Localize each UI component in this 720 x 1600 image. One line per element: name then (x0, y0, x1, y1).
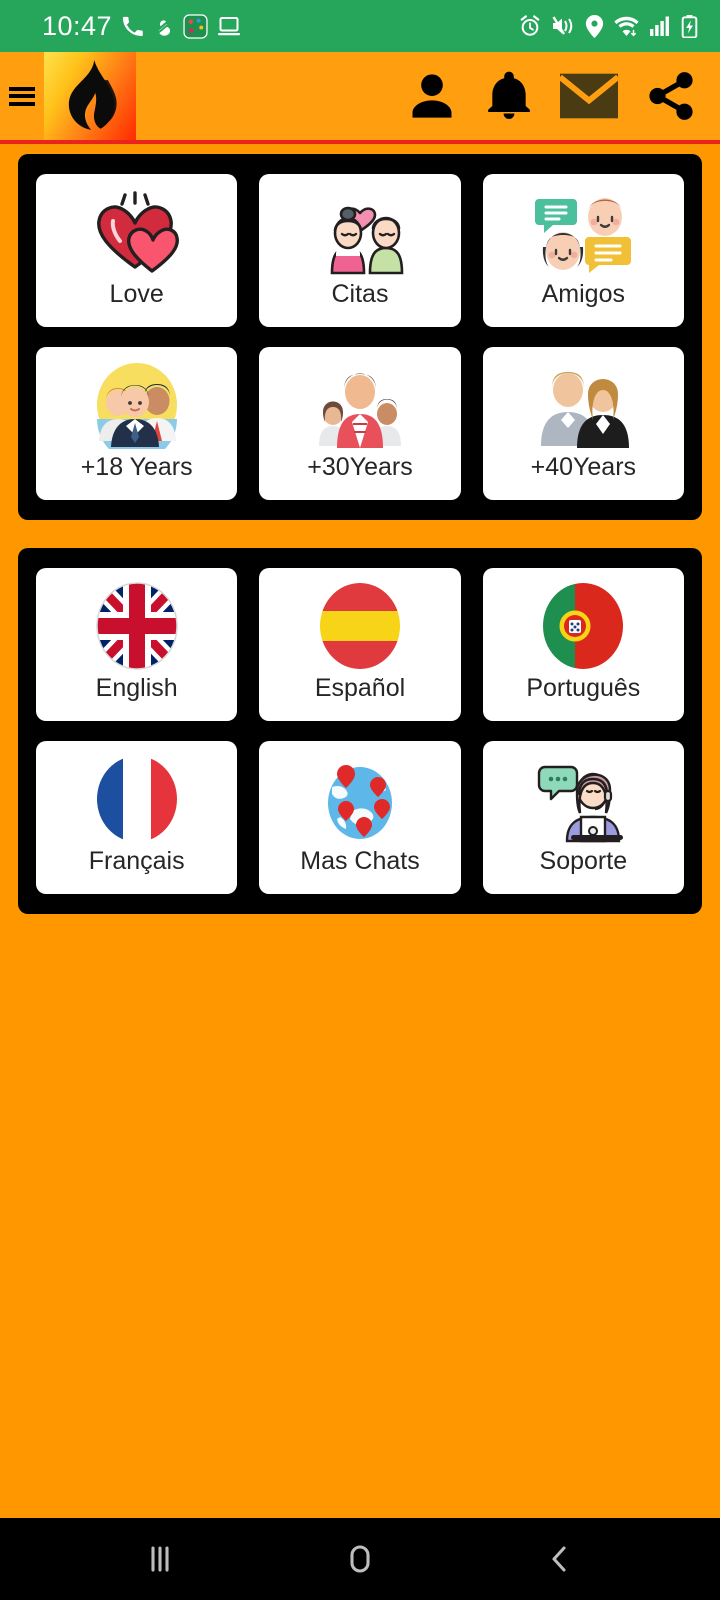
tile-francais[interactable]: Français (36, 741, 238, 894)
location-icon (585, 14, 604, 38)
tile-label: +40Years (530, 453, 637, 481)
tile-mas-chats[interactable]: Mas Chats (259, 741, 461, 894)
screen-cast-icon (217, 16, 241, 37)
main-content: Love Citas Amigos +18 Years +30Years +40… (0, 140, 720, 1518)
mute-vibrate-icon (551, 15, 575, 37)
flag-portugal-icon (487, 580, 680, 672)
tile-english[interactable]: English (36, 568, 238, 721)
support-agent-icon (487, 753, 680, 845)
tile-label: Mas Chats (300, 847, 420, 875)
tile-label: Amigos (541, 280, 625, 308)
tile-label: +30Years (307, 453, 413, 481)
young-people-group-icon (40, 359, 233, 451)
signal-bars-icon (649, 15, 671, 37)
tile-label: Soporte (539, 847, 628, 875)
tile-portugues[interactable]: Português (482, 568, 684, 721)
home-circle-icon[interactable] (343, 1542, 377, 1576)
do-not-disturb-icon (153, 15, 174, 38)
person-icon[interactable] (406, 70, 458, 122)
bell-icon[interactable] (484, 70, 534, 122)
tile-label: Love (109, 280, 164, 308)
mature-couple-icon (487, 359, 680, 451)
two-hearts-icon (40, 186, 233, 278)
status-bar-right (519, 14, 698, 38)
tile-label: Français (88, 847, 185, 875)
tile-label: Español (314, 674, 406, 702)
app-bar-underline (0, 140, 720, 144)
menu-bar-3 (9, 101, 35, 106)
friends-chat-icon (487, 186, 680, 278)
tile-label: English (95, 674, 178, 702)
status-bar-left: 10:47 (42, 11, 241, 42)
menu-bar-1 (9, 86, 35, 91)
green-app-icon (183, 13, 208, 39)
status-bar: 10:47 (0, 0, 720, 52)
tile-plus-40-years[interactable]: +40Years (482, 347, 684, 500)
tile-plus-30-years[interactable]: +30Years (259, 347, 461, 500)
phone-call-icon (121, 15, 144, 38)
couple-with-heart-icon (263, 186, 456, 278)
status-clock: 10:47 (42, 10, 113, 41)
hamburger-menu-icon[interactable] (0, 52, 44, 140)
categories-panel: Love Citas Amigos +18 Years +30Years +40… (18, 154, 702, 520)
tile-label: +18 Years (80, 453, 193, 481)
tile-citas[interactable]: Citas (259, 174, 461, 327)
alarm-icon (519, 15, 541, 37)
back-chevron-icon[interactable] (543, 1542, 577, 1576)
languages-panel: English Español Português Français Mas C… (18, 548, 702, 914)
share-icon[interactable] (644, 69, 698, 123)
envelope-icon[interactable] (560, 73, 618, 119)
flame-logo[interactable] (44, 52, 136, 140)
family-group-icon (263, 359, 456, 451)
tile-label: Português (526, 674, 641, 702)
tile-label: Citas (331, 280, 389, 308)
system-nav-bar (0, 1518, 720, 1600)
tile-plus-18-years[interactable]: +18 Years (36, 347, 238, 500)
app-bar-actions (406, 69, 720, 123)
tile-amigos[interactable]: Amigos (482, 174, 684, 327)
categories-grid: Love Citas Amigos +18 Years +30Years +40… (36, 174, 684, 500)
tile-espanol[interactable]: Español (259, 568, 461, 721)
wifi-icon (614, 15, 639, 37)
app-bar (0, 52, 720, 144)
menu-bar-2 (9, 94, 35, 98)
globe-pins-icon (263, 753, 456, 845)
recents-icon[interactable] (143, 1542, 177, 1576)
flag-france-icon (40, 753, 233, 845)
battery-charging-icon (681, 14, 698, 38)
tile-love[interactable]: Love (36, 174, 238, 327)
languages-grid: English Español Português Français Mas C… (36, 568, 684, 894)
flag-spain-icon (263, 580, 456, 672)
tile-soporte[interactable]: Soporte (482, 741, 684, 894)
flag-uk-icon (40, 580, 233, 672)
phone-screen: 10:47 Love Citas Amigos +18 Years +30Yea… (0, 0, 720, 1600)
